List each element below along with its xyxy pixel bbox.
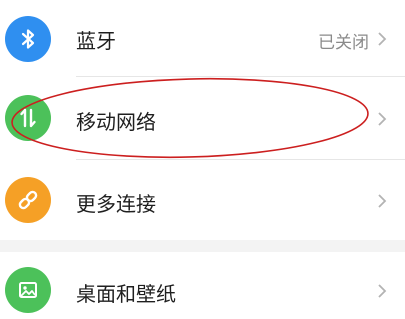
settings-item-label: 桌面和壁纸 [76,282,176,306]
chevron-right-icon [378,112,387,126]
settings-item-mobile-network[interactable]: 移动网络 [0,77,405,159]
settings-item-label: 更多连接 [76,192,156,216]
chevron-right-icon [378,32,387,46]
settings-item-more-connections[interactable]: 更多连接 [0,160,405,240]
bluetooth-status: 已关闭 [318,33,369,53]
link-icon [5,177,51,223]
settings-item-label: 移动网络 [76,110,156,134]
settings-item-bluetooth[interactable]: 蓝牙 已关闭 [0,0,405,76]
settings-item-label: 蓝牙 [76,29,116,53]
bluetooth-icon [5,16,51,62]
image-icon [5,267,51,313]
section-separator [0,240,405,252]
chevron-right-icon [378,284,387,298]
settings-item-desktop-wallpaper[interactable]: 桌面和壁纸 [0,252,405,319]
chevron-right-icon [378,194,387,208]
mobile-data-arrows-icon [5,95,51,141]
